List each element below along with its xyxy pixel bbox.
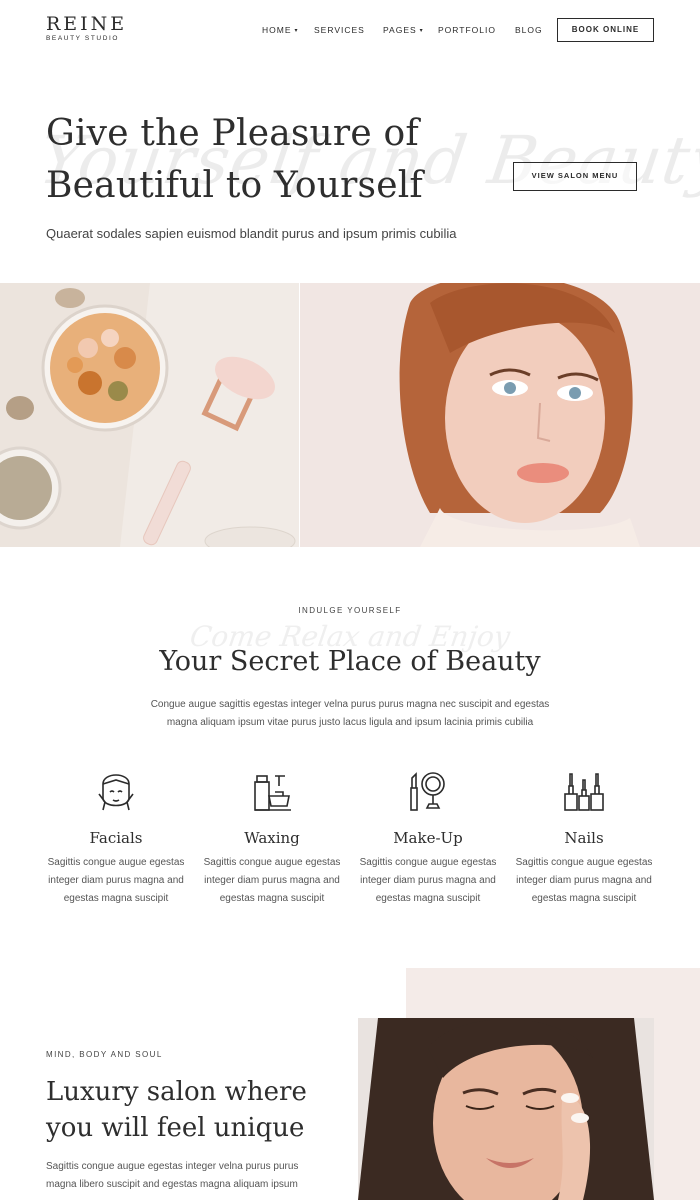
facial-icon: [93, 768, 139, 814]
nav-item-pages[interactable]: PAGES ▾: [383, 24, 424, 38]
service-facials[interactable]: Facials Sagittis congue augue egestas in…: [41, 768, 191, 908]
hero-subtitle: Quaerat sodales sapien euismod blandit p…: [46, 226, 457, 241]
services-description: Congue augue sagittis egestas integer ve…: [150, 699, 550, 728]
luxury-title: Luxury salon where you will feel unique: [46, 1077, 307, 1143]
waxing-icon: [249, 768, 295, 814]
services-title: Your Secret Place of Beauty: [159, 646, 541, 677]
service-makeup[interactable]: Make-Up Sagittis congue augue egestas in…: [353, 768, 503, 908]
model-skincare-illustration: [358, 1018, 654, 1200]
spa-products-image: [0, 283, 299, 547]
service-description: Sagittis congue augue egestas integer di…: [203, 857, 341, 904]
luxury-kicker: MIND, BODY AND SOUL: [46, 1050, 163, 1059]
hero-title: Give the Pleasure of Beautiful to Yourse…: [46, 113, 423, 206]
service-description: Sagittis congue augue egestas integer di…: [359, 857, 497, 904]
service-name: Nails: [564, 829, 604, 847]
nails-icon: [561, 768, 607, 814]
service-name: Make-Up: [393, 829, 463, 847]
model-portrait-illustration: [300, 283, 700, 547]
model-portrait-image: [300, 283, 700, 547]
book-online-button[interactable]: BOOK ONLINE: [557, 18, 654, 42]
services-kicker: INDULGE YOURSELF: [298, 606, 402, 615]
spa-products-illustration: [0, 283, 299, 547]
nav-label: HOME: [262, 25, 292, 35]
site-header: REINE BEAUTY STUDIO HOME ▾ SERVICES PAGES…: [0, 0, 700, 60]
service-nails[interactable]: Nails Sagittis congue augue egestas inte…: [509, 768, 659, 908]
service-description: Sagittis congue augue egestas integer di…: [515, 857, 653, 904]
service-waxing[interactable]: Waxing Sagittis congue augue egestas int…: [197, 768, 347, 908]
view-salon-menu-button[interactable]: VIEW SALON MENU: [513, 162, 637, 191]
nav-label: PORTFOLIO: [438, 25, 496, 35]
chevron-down-icon: ▾: [419, 28, 424, 34]
nav-label: BLOG: [515, 25, 543, 35]
nav-item-blog[interactable]: BLOG: [515, 24, 543, 36]
chevron-down-icon: ▾: [294, 28, 299, 34]
makeup-icon: [405, 768, 451, 814]
nav-label: PAGES: [383, 25, 417, 35]
service-description: Sagittis congue augue egestas integer di…: [47, 857, 185, 904]
nav-item-portfolio[interactable]: PORTFOLIO: [438, 24, 496, 36]
service-name: Facials: [89, 829, 143, 847]
nav-item-home[interactable]: HOME ▾: [262, 24, 299, 38]
nav-label: SERVICES: [314, 25, 365, 35]
luxury-description: Sagittis congue augue egestas integer ve…: [46, 1161, 299, 1190]
service-name: Waxing: [244, 829, 300, 847]
nav-item-services[interactable]: SERVICES: [314, 24, 365, 36]
model-skincare-image: [358, 1018, 654, 1200]
